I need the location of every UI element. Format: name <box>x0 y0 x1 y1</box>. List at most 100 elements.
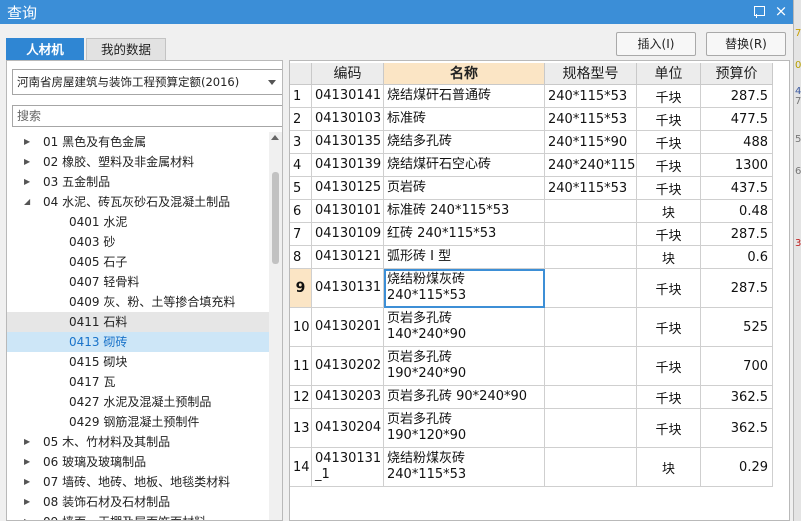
spec-cell[interactable] <box>545 223 637 246</box>
tree-item[interactable]: ▶ 03 五金制品 <box>7 172 269 192</box>
code-cell[interactable]: 04130202 <box>312 347 384 386</box>
search-input[interactable] <box>12 105 282 127</box>
tree-subitem[interactable]: 0405 石子 <box>7 252 269 272</box>
tree-item[interactable]: ▶ 02 橡胶、塑料及非金属材料 <box>7 152 269 172</box>
code-cell[interactable]: 04130121 <box>312 246 384 269</box>
unit-cell[interactable]: 块 <box>637 246 701 269</box>
name-cell[interactable]: 标准砖 240*115*53 <box>384 200 545 223</box>
tree-subitem[interactable]: 0407 轻骨料 <box>7 272 269 292</box>
code-cell[interactable]: 04130201 <box>312 308 384 347</box>
code-cell[interactable]: 04130135 <box>312 131 384 154</box>
unit-cell[interactable]: 千块 <box>637 131 701 154</box>
price-cell[interactable]: 477.5 <box>701 108 773 131</box>
name-cell[interactable]: 红砖 240*115*53 <box>384 223 545 246</box>
code-cell[interactable]: 04130131 _1 <box>312 448 384 487</box>
price-cell[interactable]: 488 <box>701 131 773 154</box>
name-cell[interactable]: 弧形砖 I 型 <box>384 246 545 269</box>
code-cell[interactable]: 04130139 <box>312 154 384 177</box>
quota-select[interactable]: 河南省房屋建筑与装饰工程预算定额(2016) <box>12 69 282 95</box>
unit-cell[interactable]: 千块 <box>637 308 701 347</box>
tree-subitem[interactable]: 0409 灰、粉、土等掺合填充料 <box>7 292 269 312</box>
code-cell[interactable]: 04130103 <box>312 108 384 131</box>
tab-my-data[interactable]: 我的数据 <box>86 38 166 60</box>
spec-cell[interactable] <box>545 200 637 223</box>
tree-item[interactable]: ▶ 01 黑色及有色金属 <box>7 132 269 152</box>
code-header[interactable]: 编码 <box>312 63 384 85</box>
name-cell[interactable]: 烧结多孔砖 <box>384 131 545 154</box>
row-number-header[interactable] <box>290 63 312 85</box>
expand-arrow-icon[interactable]: ▶ <box>24 152 34 172</box>
tree-scrollbar[interactable] <box>269 132 282 520</box>
price-cell[interactable]: 0.48 <box>701 200 773 223</box>
code-cell[interactable]: 04130131 <box>312 269 384 308</box>
name-cell[interactable]: 烧结粉煤灰砖 240*115*53 <box>384 269 545 308</box>
chevron-down-icon[interactable] <box>268 80 276 85</box>
expand-arrow-icon[interactable]: ▶ <box>24 132 34 152</box>
price-cell[interactable]: 437.5 <box>701 177 773 200</box>
expand-arrow-icon[interactable]: ▶ <box>24 432 34 452</box>
price-cell[interactable]: 287.5 <box>701 85 773 108</box>
unit-cell[interactable]: 千块 <box>637 108 701 131</box>
price-cell[interactable]: 287.5 <box>701 269 773 308</box>
code-cell[interactable]: 04130109 <box>312 223 384 246</box>
price-cell[interactable]: 0.29 <box>701 448 773 487</box>
tree-subitem[interactable]: 0429 钢筋混凝土预制件 <box>7 412 269 432</box>
price-header[interactable]: 预算价 <box>701 63 773 85</box>
tree-subitem[interactable]: 0401 水泥 <box>7 212 269 232</box>
price-cell[interactable]: 362.5 <box>701 386 773 409</box>
spec-cell[interactable] <box>545 347 637 386</box>
name-cell[interactable]: 页岩多孔砖 190*120*90 <box>384 409 545 448</box>
spec-cell[interactable]: 240*115*90 <box>545 131 637 154</box>
expand-arrow-icon[interactable]: ▶ <box>24 452 34 472</box>
close-icon[interactable]: × <box>773 3 789 19</box>
name-cell[interactable]: 页岩多孔砖 140*240*90 <box>384 308 545 347</box>
price-cell[interactable]: 700 <box>701 347 773 386</box>
spec-header[interactable]: 规格型号 <box>545 63 637 85</box>
expand-arrow-icon[interactable]: ▶ <box>24 472 34 492</box>
tree-subitem[interactable]: 0417 瓦 <box>7 372 269 392</box>
unit-cell[interactable]: 千块 <box>637 223 701 246</box>
tree-item[interactable]: ◢ 04 水泥、砖瓦灰砂石及混凝土制品 <box>7 192 269 212</box>
tree-subitem[interactable]: 0415 砌块 <box>7 352 269 372</box>
unit-cell[interactable]: 千块 <box>637 177 701 200</box>
tree-subitem[interactable]: 0427 水泥及混凝土预制品 <box>7 392 269 412</box>
unit-cell[interactable]: 块 <box>637 200 701 223</box>
spec-cell[interactable] <box>545 409 637 448</box>
tree-item[interactable]: ▶ 05 木、竹材料及其制品 <box>7 432 269 452</box>
unit-cell[interactable]: 千块 <box>637 269 701 308</box>
spec-cell[interactable]: 240*115*53 <box>545 85 637 108</box>
spec-cell[interactable]: 240*240*115 <box>545 154 637 177</box>
code-cell[interactable]: 04130204 <box>312 409 384 448</box>
code-cell[interactable]: 04130125 <box>312 177 384 200</box>
spec-cell[interactable]: 240*115*53 <box>545 177 637 200</box>
tree-subitem[interactable]: 0413 砌砖 <box>7 332 269 352</box>
pin-icon[interactable] <box>751 3 767 19</box>
spec-cell[interactable]: 240*115*53 <box>545 108 637 131</box>
tree-subitem[interactable]: 0411 石料 <box>7 312 269 332</box>
price-cell[interactable]: 525 <box>701 308 773 347</box>
expand-arrow-icon[interactable]: ▶ <box>24 172 34 192</box>
unit-cell[interactable]: 千块 <box>637 85 701 108</box>
scroll-up-icon[interactable] <box>271 135 279 140</box>
price-cell[interactable]: 1300 <box>701 154 773 177</box>
name-cell[interactable]: 烧结煤矸石空心砖 <box>384 154 545 177</box>
tree-item[interactable]: ▶ 07 墙砖、地砖、地板、地毯类材料 <box>7 472 269 492</box>
name-cell[interactable]: 烧结煤矸石普通砖 <box>384 85 545 108</box>
unit-cell[interactable]: 千块 <box>637 409 701 448</box>
spec-cell[interactable] <box>545 246 637 269</box>
tab-materials[interactable]: 人材机 <box>6 38 84 60</box>
price-cell[interactable]: 362.5 <box>701 409 773 448</box>
unit-cell[interactable]: 块 <box>637 448 701 487</box>
expand-arrow-icon[interactable]: ▶ <box>24 512 34 520</box>
spec-cell[interactable] <box>545 308 637 347</box>
expand-arrow-icon[interactable]: ▶ <box>24 492 34 512</box>
code-cell[interactable]: 04130101 <box>312 200 384 223</box>
spec-cell[interactable] <box>545 386 637 409</box>
name-header[interactable]: 名称 <box>384 63 545 85</box>
name-cell[interactable]: 页岩多孔砖 90*240*90 <box>384 386 545 409</box>
scrollbar-thumb[interactable] <box>272 172 279 264</box>
tree-item[interactable]: ▶ 06 玻璃及玻璃制品 <box>7 452 269 472</box>
price-cell[interactable]: 287.5 <box>701 223 773 246</box>
name-cell[interactable]: 标准砖 <box>384 108 545 131</box>
unit-header[interactable]: 单位 <box>637 63 701 85</box>
